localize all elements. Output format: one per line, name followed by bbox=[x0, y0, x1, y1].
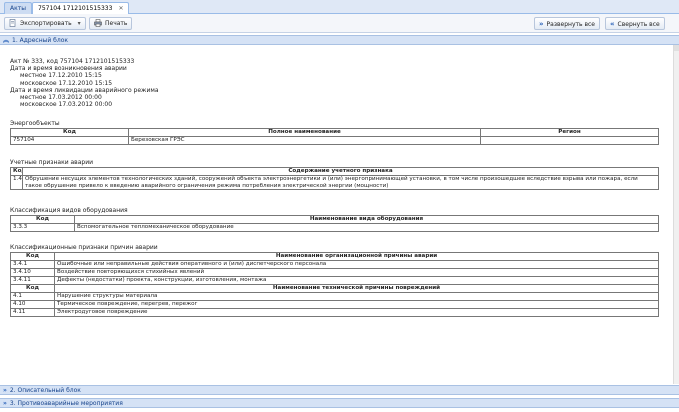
accident-local-time: местное 17.12.2010 15:15 bbox=[20, 72, 102, 80]
table-cell: 4.10 bbox=[10, 300, 55, 309]
table-cell bbox=[480, 136, 659, 145]
table-row[interactable]: 3.4.11 Дефекты (недостатки) проекта, кон… bbox=[10, 276, 659, 285]
column-header: Код bbox=[10, 128, 129, 137]
table-header-row: Код Полное наименование Регион bbox=[10, 128, 659, 137]
table-cell: 3.4.11 bbox=[10, 276, 55, 285]
table-cell: 4.11 bbox=[10, 308, 55, 317]
column-header: Наименование вида оборудования bbox=[74, 215, 659, 224]
table-cell: 4.1 bbox=[10, 292, 55, 301]
accident-signs-table: Код Содержание учетного признака 1.4 Обр… bbox=[10, 167, 659, 190]
table-header-row: Код Наименование организационной причины… bbox=[10, 252, 659, 261]
accident-moscow-time: московское 17.12.2010 15:15 bbox=[20, 79, 113, 87]
panel-address-header[interactable]: ︽ 1. Адресный блок bbox=[0, 35, 679, 45]
collapse-all-icon: « bbox=[610, 20, 615, 28]
accident-signs-title: Учетные признаки аварии bbox=[10, 159, 93, 166]
table-cell: Вспомогательное тепломеханическое оборуд… bbox=[74, 223, 659, 232]
liquidation-moscow-time: московское 17.03.2012 00:00 bbox=[20, 101, 113, 109]
equipment-table: Код Наименование вида оборудования 3.3.3… bbox=[10, 215, 659, 232]
energy-objects-title: Энергообъекты bbox=[10, 120, 60, 127]
table-cell: Электродуговое повреждение bbox=[54, 308, 659, 317]
table-row[interactable]: 3.4.10 Воздействие повторяющихся стихийн… bbox=[10, 268, 659, 277]
export-label: Экспортировать bbox=[20, 20, 72, 27]
energy-objects-table: Код Полное наименование Регион 757104 Бе… bbox=[10, 128, 659, 145]
chevron-down-icon: ▾ bbox=[77, 20, 81, 27]
table-cell: Березовская ГРЭС bbox=[128, 136, 481, 145]
expand-all-icon: » bbox=[539, 20, 544, 28]
expand-all-label: Развернуть все bbox=[546, 21, 595, 28]
column-header: Код bbox=[10, 284, 55, 293]
panel-measures-header[interactable]: » 3. Противоаварийные мероприятия bbox=[0, 398, 679, 408]
table-cell: 3.3.3 bbox=[10, 223, 75, 232]
close-icon[interactable]: ✕ bbox=[118, 5, 123, 12]
collapse-chevron-icon: ︽ bbox=[3, 37, 10, 44]
toolbar: Экспортировать ▾ Печать » Развернуть все … bbox=[0, 14, 679, 33]
column-header: Код bbox=[10, 252, 55, 261]
table-header-row: Код Наименование технической причины пов… bbox=[10, 284, 659, 293]
tab-act-detail-label: 757104 1712101515333 bbox=[38, 5, 113, 12]
causes-table: Код Наименование организационной причины… bbox=[10, 252, 659, 317]
act-title: Акт № 333, код 757104 1712101515333 bbox=[10, 58, 135, 65]
column-header: Полное наименование bbox=[128, 128, 481, 137]
column-header: Наименование технической причины поврежд… bbox=[54, 284, 659, 293]
address-block: Акт № 333, код 757104 1712101515333 Дата… bbox=[10, 58, 159, 108]
table-cell: Термическое повреждение, перегрев, переж… bbox=[54, 300, 659, 309]
column-header: Наименование организационной причины ава… bbox=[54, 252, 659, 261]
panel-address-title: 1. Адресный блок bbox=[12, 37, 68, 44]
export-button[interactable]: Экспортировать ▾ bbox=[4, 17, 86, 30]
column-header: Содержание учетного признака bbox=[22, 167, 659, 176]
print-button[interactable]: Печать bbox=[89, 17, 133, 30]
table-cell: Дефекты (недостатки) проекта, конструкци… bbox=[54, 276, 659, 285]
export-icon bbox=[9, 18, 17, 27]
panel-descriptive-header[interactable]: » 2. Описательный блок bbox=[0, 385, 679, 395]
table-header-row: Код Наименование вида оборудования bbox=[10, 215, 659, 224]
table-row[interactable]: 4.10 Термическое повреждение, перегрев, … bbox=[10, 300, 659, 309]
table-row[interactable]: 4.11 Электродуговое повреждение bbox=[10, 308, 659, 317]
collapse-all-label: Свернуть все bbox=[617, 21, 660, 28]
table-cell: Ошибочные или неправильные действия опер… bbox=[54, 260, 659, 269]
table-cell: 3.4.10 bbox=[10, 268, 55, 277]
expand-all-button[interactable]: » Развернуть все bbox=[534, 17, 600, 30]
tab-acts[interactable]: Акты bbox=[4, 2, 32, 14]
printer-icon bbox=[94, 18, 102, 27]
tab-acts-label: Акты bbox=[10, 5, 26, 12]
print-label: Печать bbox=[105, 20, 128, 27]
accident-datetime-label: Дата и время возникновения аварии bbox=[10, 65, 127, 73]
table-row[interactable]: 4.1 Нарушение структуры материала bbox=[10, 292, 659, 301]
table-cell: 757104 bbox=[10, 136, 129, 145]
collapse-all-button[interactable]: «Свернуть все bbox=[605, 17, 665, 30]
tab-bar: Акты 757104 1712101515333 ✕ bbox=[0, 0, 679, 15]
causes-title: Классификационные признаки причин аварии bbox=[10, 244, 158, 251]
table-cell: Обрушение несущих элементов технологичес… bbox=[22, 175, 659, 190]
table-header-row: Код Содержание учетного признака bbox=[10, 167, 659, 176]
equipment-classification-title: Классификация видов оборудования bbox=[10, 207, 128, 214]
vertical-scrollbar[interactable] bbox=[673, 45, 679, 384]
table-cell: Воздействие повторяющихся стихийных явле… bbox=[54, 268, 659, 277]
address-panel-content: Акт № 333, код 757104 1712101515333 Дата… bbox=[0, 45, 679, 384]
panel-descriptive-title: 2. Описательный блок bbox=[9, 387, 81, 394]
table-cell: 3.4.1 bbox=[10, 260, 55, 269]
liquidation-datetime-label: Дата и время ликвидации аварийного режим… bbox=[10, 86, 159, 94]
column-header: Код bbox=[10, 167, 23, 176]
table-cell: 1.4 bbox=[10, 175, 23, 190]
column-header: Регион bbox=[480, 128, 659, 137]
expand-chevron-icon: » bbox=[3, 387, 7, 394]
table-row[interactable]: 3.4.1 Ошибочные или неправильные действи… bbox=[10, 260, 659, 269]
table-row[interactable]: 1.4 Обрушение несущих элементов технолог… bbox=[10, 175, 659, 190]
column-header: Код bbox=[10, 215, 75, 224]
liquidation-local-time: местное 17.03.2012 00:00 bbox=[20, 94, 102, 102]
panel-measures-title: 3. Противоаварийные мероприятия bbox=[9, 400, 123, 407]
expand-chevron-icon: » bbox=[3, 400, 7, 407]
table-row[interactable]: 3.3.3 Вспомогательное тепломеханическое … bbox=[10, 223, 659, 232]
table-row[interactable]: 757104 Березовская ГРЭС bbox=[10, 136, 659, 145]
table-cell: Нарушение структуры материала bbox=[54, 292, 659, 301]
